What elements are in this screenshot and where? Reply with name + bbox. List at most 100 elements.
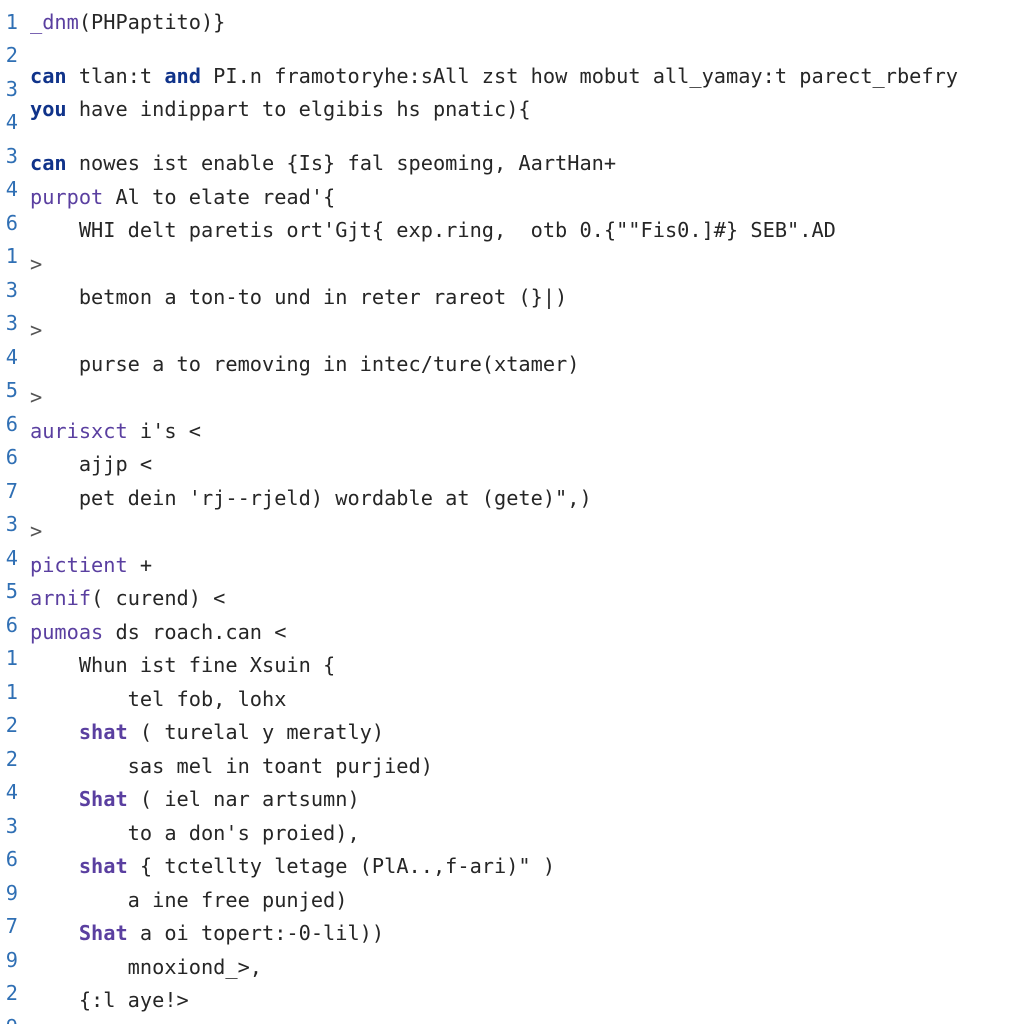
line-number: 1 xyxy=(4,642,18,675)
code-token: (PHPaptito)} xyxy=(79,10,226,34)
line-number: 4 xyxy=(4,776,18,809)
code-token xyxy=(30,921,79,945)
code-line[interactable]: to a don's proied), xyxy=(30,817,1024,850)
code-token: ds roach.can < xyxy=(103,620,286,644)
code-line[interactable]: ajjp < xyxy=(30,448,1024,481)
code-token: tel fob, lohx xyxy=(30,687,286,711)
code-token: purpot xyxy=(30,185,103,209)
code-line[interactable]: purpot Al to elate read'{ xyxy=(30,181,1024,214)
line-number: 9 xyxy=(4,877,18,910)
line-number: 5 xyxy=(4,374,18,407)
code-line[interactable]: arnif( curend) < xyxy=(30,582,1024,615)
code-line[interactable]: aurisxct i's < xyxy=(30,415,1024,448)
code-token: Al to elate read'{ xyxy=(103,185,335,209)
code-editor[interactable]: 123434613345667345611224369792990 _dnm(P… xyxy=(0,0,1024,1024)
code-token: can xyxy=(30,151,67,175)
code-line[interactable] xyxy=(30,127,1024,147)
code-token: a oi topert:-0-lil)) xyxy=(128,921,384,945)
line-number: 3 xyxy=(4,307,18,340)
line-number: 7 xyxy=(4,475,18,508)
code-line[interactable]: > xyxy=(30,248,1024,281)
code-line[interactable] xyxy=(30,39,1024,59)
line-number: 6 xyxy=(4,441,18,474)
code-line[interactable]: can nowes ist enable {Is} fal speoming, … xyxy=(30,147,1024,180)
code-token: ( turelal y meratly) xyxy=(128,720,384,744)
code-token: a ine free punjed) xyxy=(30,888,347,912)
line-number: 2 xyxy=(4,709,18,742)
code-token: {:l aye!> xyxy=(30,988,189,1012)
code-line[interactable]: _dnm(PHPaptito)} xyxy=(30,6,1024,39)
code-line[interactable]: betmon a ton-to und in reter rareot (}|) xyxy=(30,281,1024,314)
line-number: 5 xyxy=(4,575,18,608)
line-number: 3 xyxy=(4,274,18,307)
code-line[interactable]: a ine free punjed) xyxy=(30,884,1024,917)
code-token: can xyxy=(30,64,67,88)
line-number: 3 xyxy=(4,140,18,173)
line-number: 4 xyxy=(4,542,18,575)
line-number: 6 xyxy=(4,609,18,642)
code-token: > xyxy=(30,385,42,409)
line-number: 7 xyxy=(4,910,18,943)
code-line[interactable]: Shat ( iel nar artsumn) xyxy=(30,783,1024,816)
code-line[interactable]: shat ( turelal y meratly) xyxy=(30,716,1024,749)
code-line[interactable]: pet dein 'rj--rjeld) wordable at (gete)"… xyxy=(30,482,1024,515)
code-line[interactable]: can tlan:t and PI.n framotoryhe:sAll zst… xyxy=(30,60,1024,93)
code-token: tlan:t xyxy=(67,64,165,88)
code-line[interactable]: tel fob, lohx xyxy=(30,683,1024,716)
code-token: > xyxy=(30,519,42,543)
code-line[interactable]: pumoas ds roach.can < xyxy=(30,616,1024,649)
code-token: i's < xyxy=(128,419,201,443)
code-line[interactable]: Whun ist fine Xsuin { xyxy=(30,649,1024,682)
line-number: 1 xyxy=(4,240,18,273)
code-token: > xyxy=(30,318,42,342)
code-token: + xyxy=(128,553,152,577)
line-number: 2 xyxy=(4,743,18,776)
code-token: shat xyxy=(79,854,128,878)
line-number: 1 xyxy=(4,6,18,39)
code-token: _dnm xyxy=(30,10,79,34)
line-number: 6 xyxy=(4,207,18,240)
code-line[interactable]: > xyxy=(30,1018,1024,1024)
code-line[interactable]: you have indippart to elgibis hs pnatic)… xyxy=(30,93,1024,126)
code-line[interactable]: > xyxy=(30,381,1024,414)
code-line[interactable]: Shat a oi topert:-0-lil)) xyxy=(30,917,1024,950)
line-number-gutter: 123434613345667345611224369792990 xyxy=(0,6,22,1024)
code-token: PI.n framotoryhe:sAll zst how mobut all_… xyxy=(201,64,958,88)
code-line[interactable]: > xyxy=(30,314,1024,347)
code-token: { tctellty letage (PlA..,f-ari)" ) xyxy=(128,854,555,878)
line-number: 3 xyxy=(4,810,18,843)
line-number: 9 xyxy=(4,1011,18,1024)
code-token: WHI delt paretis ort'Gjt{ exp.ring, otb … xyxy=(30,218,836,242)
code-line[interactable]: WHI delt paretis ort'Gjt{ exp.ring, otb … xyxy=(30,214,1024,247)
code-line[interactable]: sas mel in toant purjied) xyxy=(30,750,1024,783)
code-token: sas mel in toant purjied) xyxy=(30,754,433,778)
line-number: 4 xyxy=(4,173,18,206)
code-token: nowes ist enable {Is} fal speoming, Aart… xyxy=(67,151,616,175)
code-token: pumoas xyxy=(30,620,103,644)
code-line[interactable]: purse a to removing in intec/ture(xtamer… xyxy=(30,348,1024,381)
code-token: have indippart to elgibis hs pnatic){ xyxy=(67,97,531,121)
code-token: arnif xyxy=(30,586,91,610)
code-token: Shat xyxy=(79,921,128,945)
line-number: 4 xyxy=(4,341,18,374)
code-token xyxy=(30,787,79,811)
code-token: purse a to removing in intec/ture(xtamer… xyxy=(30,352,579,376)
line-number: 3 xyxy=(4,508,18,541)
code-token xyxy=(30,854,79,878)
code-token: and xyxy=(164,64,201,88)
code-line[interactable]: pictient + xyxy=(30,549,1024,582)
code-token: mnoxiond_>, xyxy=(30,955,262,979)
code-line[interactable]: shat { tctellty letage (PlA..,f-ari)" ) xyxy=(30,850,1024,883)
line-number: 6 xyxy=(4,408,18,441)
code-line[interactable]: > xyxy=(30,515,1024,548)
code-content[interactable]: _dnm(PHPaptito)}can tlan:t and PI.n fram… xyxy=(22,6,1024,1024)
line-number: 2 xyxy=(4,977,18,1010)
code-line[interactable]: mnoxiond_>, xyxy=(30,951,1024,984)
code-line[interactable]: {:l aye!> xyxy=(30,984,1024,1017)
code-token: betmon a ton-to und in reter rareot (}|) xyxy=(30,285,567,309)
code-token xyxy=(30,720,79,744)
code-token: shat xyxy=(79,720,128,744)
line-number: 4 xyxy=(4,106,18,139)
code-token: you xyxy=(30,97,67,121)
code-token: to a don's proied), xyxy=(30,821,360,845)
